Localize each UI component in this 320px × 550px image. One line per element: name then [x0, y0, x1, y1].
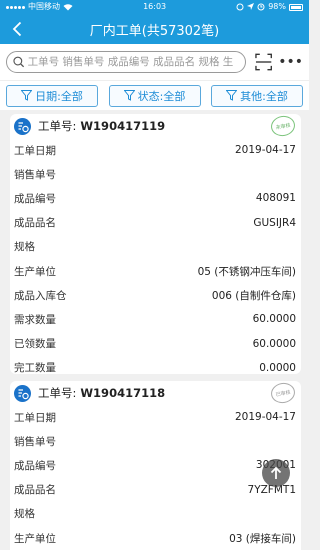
field-value: 60.0000 [252, 337, 296, 350]
scroll-to-top-button[interactable] [262, 459, 290, 487]
card-header: 工单号: W190417118 已审核 [10, 381, 301, 405]
filter-icon [226, 90, 238, 101]
field-row: 生产单位 05 (不锈钢冲压车间) [10, 259, 301, 283]
field-row: 规格 [10, 235, 301, 259]
field-label: 工单日期 [14, 411, 56, 424]
field-row: 成品入库仓 006 (自制件仓库) [10, 283, 301, 307]
page-title: 厂内工单(共57302笔) [89, 23, 220, 39]
filter-other-label: 其他:全部 [240, 89, 288, 103]
field-label: 规格 [14, 508, 35, 521]
status-stamp: 未审核 [269, 114, 297, 138]
back-button[interactable] [8, 19, 26, 39]
scan-icon[interactable] [255, 53, 272, 71]
field-row: 已领数量 60.0000 [10, 332, 301, 356]
field-row: 销售单号 [10, 162, 301, 186]
field-value: 60.0000 [252, 313, 296, 326]
header: 中国移动 16:03 98% 厂内工单(共57302笔) [0, 0, 309, 44]
filter-status-button[interactable]: 状态:全部 [108, 84, 201, 107]
order-icon [14, 117, 31, 135]
filter-icon [21, 90, 33, 101]
carrier-text: 中国移动 [28, 2, 60, 11]
field-label: 成品品名 [14, 484, 56, 497]
field-row: 成品编号 408091 [10, 186, 301, 210]
wifi-icon [63, 4, 73, 11]
filter-icon [123, 90, 135, 101]
order-icon [14, 384, 31, 402]
order-number: W190417119 [80, 119, 166, 133]
work-order-card[interactable]: 工单号: W190417119 未审核 工单日期 2019-04-17 销售单号 … [10, 114, 301, 374]
field-row: 生产单位 03 (焊接车间) [10, 526, 301, 550]
order-label: 工单号: [38, 119, 77, 133]
field-label: 已领数量 [14, 338, 56, 351]
search-area: ••• [0, 44, 309, 80]
field-value: 006 (自制件仓库) [211, 289, 296, 302]
status-bar: 中国移动 16:03 98% [0, 0, 309, 14]
filter-bar: 日期:全部 状态:全部 其他:全部 [0, 80, 309, 110]
filter-status-label: 状态:全部 [137, 89, 186, 103]
field-label: 完工数量 [14, 362, 56, 375]
card-header: 工单号: W190417119 未审核 [10, 114, 301, 138]
search-icon [13, 56, 25, 68]
field-value: 05 (不锈钢冲压车间) [197, 265, 296, 278]
location-icon [247, 3, 255, 10]
field-label: 成品编号 [14, 192, 56, 205]
field-row: 需求数量 60.0000 [10, 307, 301, 331]
field-row: 成品品名 GUSIJR4 [10, 211, 301, 235]
filter-date-label: 日期:全部 [35, 89, 83, 103]
nav-bar: 厂内工单(共57302笔) [0, 14, 309, 44]
status-time: 16:03 [143, 2, 167, 11]
search-input[interactable] [27, 56, 245, 68]
more-icon[interactable]: ••• [278, 55, 303, 69]
order-number: W190417118 [80, 386, 166, 400]
filter-other-button[interactable]: 其他:全部 [211, 84, 303, 107]
field-label: 工单日期 [14, 144, 56, 157]
field-label: 成品编号 [14, 459, 56, 472]
alarm-icon [236, 3, 244, 11]
field-label: 需求数量 [14, 313, 56, 326]
stamp-text: 未审核 [275, 122, 291, 131]
field-value: 2019-04-17 [234, 411, 296, 424]
stamp-text: 已审核 [275, 389, 291, 398]
chevron-left-icon [12, 21, 22, 37]
field-label: 销售单号 [14, 168, 56, 181]
field-row: 成品编号302001 [10, 453, 301, 477]
field-row: 完工数量 0.0000 [10, 356, 301, 380]
field-label: 销售单号 [14, 435, 56, 448]
signal-icon [6, 5, 25, 9]
field-label: 规格 [14, 241, 35, 254]
field-value: 0.0000 [259, 361, 296, 374]
status-stamp: 已审核 [269, 381, 297, 405]
field-row: 规格 [10, 502, 301, 526]
field-label: 生产单位 [14, 265, 56, 278]
field-label: 生产单位 [14, 532, 56, 545]
field-row: 销售单号 [10, 429, 301, 453]
field-label: 成品入库仓 [14, 289, 67, 302]
field-row: 工单日期 2019-04-17 [10, 138, 301, 162]
field-row: 成品品名 7YZFMT1 [10, 478, 301, 502]
search-box[interactable] [6, 51, 246, 73]
order-label: 工单号: [38, 386, 77, 400]
work-order-card[interactable]: 工单号: W190417118 已审核 工单日期 2019-04-17 销售单号 … [10, 381, 301, 550]
clock-icon [257, 3, 265, 11]
field-value: 2019-04-17 [234, 144, 296, 157]
arrow-up-icon [270, 466, 282, 479]
field-row: 工单日期 2019-04-17 [10, 405, 301, 429]
battery-percent: 98% [268, 2, 286, 11]
field-value: 03 (焊接车间) [229, 532, 296, 545]
field-value: 408091 [255, 192, 296, 205]
filter-date-button[interactable]: 日期:全部 [6, 84, 98, 107]
battery-icon [289, 3, 303, 11]
field-label: 成品品名 [14, 217, 56, 230]
field-value: GUSIJR4 [253, 216, 296, 229]
